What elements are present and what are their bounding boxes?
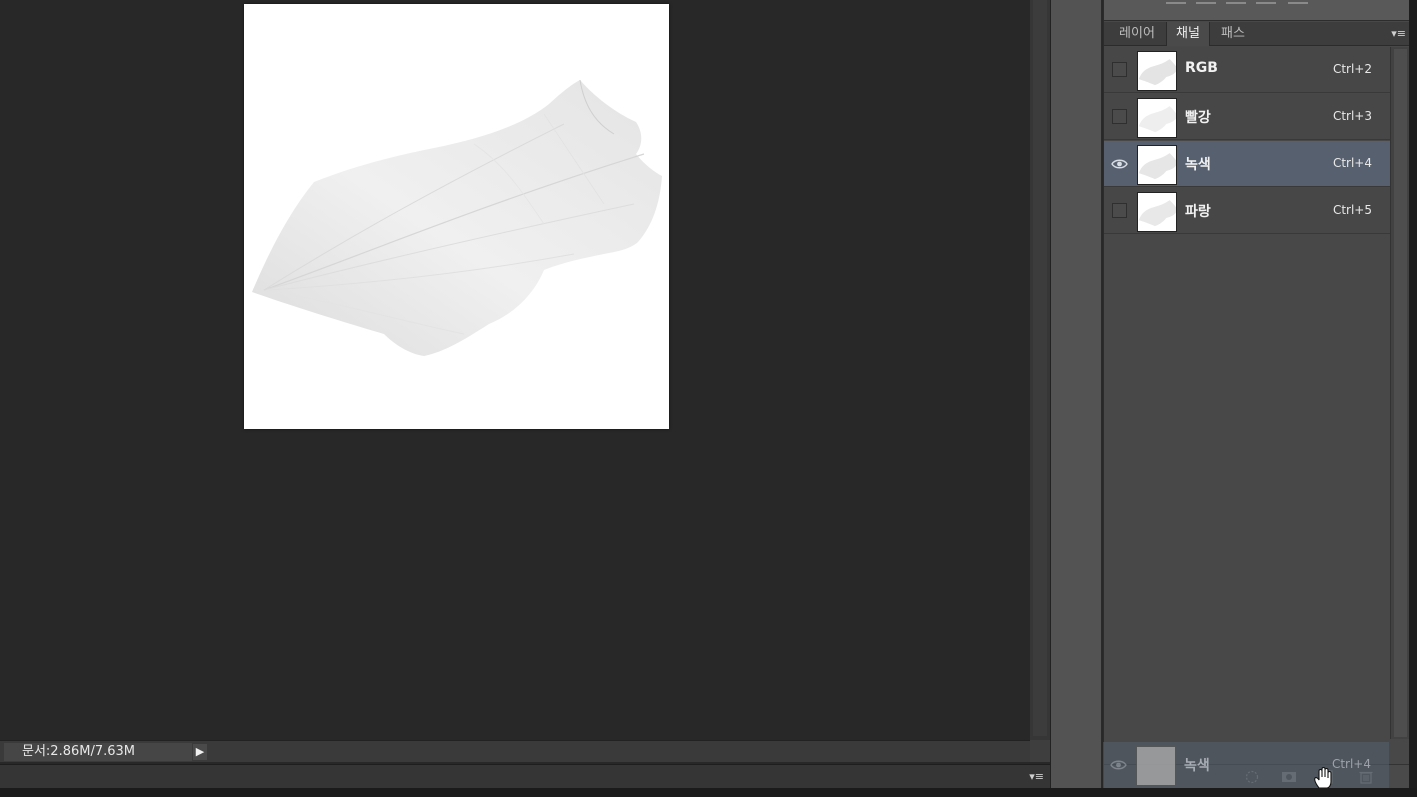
panel-vertical-scrollbar[interactable] [1390, 47, 1410, 739]
status-menu-arrow-icon[interactable]: ▶ [193, 744, 207, 760]
scrollbar-thumb[interactable] [1033, 0, 1047, 736]
petal-image [252, 79, 662, 356]
channel-row-rgb[interactable]: RGB Ctrl+2 [1104, 47, 1390, 93]
channels-panel: 레이어 채널 패스 ▾≡ RGB Ctrl+2 빨강 Ctrl+3 녹색 Ctr… [1103, 0, 1410, 788]
eye-icon [1110, 760, 1127, 770]
eye-icon[interactable] [1111, 157, 1128, 171]
hand-cursor-icon [1314, 766, 1332, 789]
tab-channels[interactable]: 채널 [1166, 22, 1210, 46]
document-size-info: 문서:2.86M/7.63M [4, 743, 192, 761]
grip-mark [1196, 2, 1216, 4]
channel-thumbnail [1137, 145, 1177, 185]
grip-mark [1226, 2, 1246, 4]
channel-row-blue[interactable]: 파랑 Ctrl+5 [1104, 188, 1390, 234]
channel-name: 녹색 [1185, 157, 1211, 173]
panel-menu-icon[interactable]: ▾≡ [1391, 27, 1406, 40]
window-right-edge [1409, 0, 1417, 797]
bottom-panel-menu-icon[interactable]: ▾≡ [1029, 770, 1044, 783]
channel-row-green[interactable]: 녹색 Ctrl+4 [1104, 141, 1390, 187]
visibility-toggle[interactable] [1112, 109, 1127, 124]
tab-layers[interactable]: 레이어 [1108, 22, 1166, 46]
channel-name: 녹색 [1184, 758, 1210, 774]
visibility-toggle[interactable] [1112, 203, 1127, 218]
channel-shortcut: Ctrl+4 [1331, 757, 1371, 771]
bottom-panel-bar: ▾≡ [0, 764, 1050, 788]
channel-shortcut: Ctrl+5 [1332, 203, 1372, 217]
photoshop-window: 문서:2.86M/7.63M ▶ ▾≡ 레이어 채널 패스 ▾≡ RGB Ctr… [0, 0, 1417, 797]
status-bar: 문서:2.86M/7.63M ▶ [0, 740, 1030, 762]
channel-shortcut: Ctrl+4 [1332, 156, 1372, 170]
channel-shortcut: Ctrl+2 [1332, 62, 1372, 76]
dragged-channel-ghost: 녹색 Ctrl+4 [1103, 742, 1389, 788]
visibility-toggle[interactable] [1112, 62, 1127, 77]
channel-thumbnail [1137, 98, 1177, 138]
workspace-vertical-scrollbar[interactable] [1030, 0, 1050, 740]
grip-mark [1288, 2, 1308, 4]
document-canvas[interactable] [244, 4, 669, 429]
channel-name: 빨강 [1185, 110, 1211, 126]
channel-row-red[interactable]: 빨강 Ctrl+3 [1104, 94, 1390, 140]
channel-thumbnail [1136, 746, 1176, 786]
channel-name: 파랑 [1185, 204, 1211, 220]
channel-thumbnail [1137, 192, 1177, 232]
grip-mark [1166, 2, 1186, 4]
channel-shortcut: Ctrl+3 [1332, 109, 1372, 123]
tab-paths[interactable]: 패스 [1210, 22, 1256, 46]
document-workspace [0, 0, 1030, 740]
channel-name: RGB [1185, 60, 1218, 76]
window-bottom-edge [0, 788, 1417, 797]
panel-dock-strip [1050, 0, 1102, 788]
channel-thumbnail [1137, 51, 1177, 91]
panel-header-grip[interactable] [1104, 0, 1410, 21]
scrollbar-thumb[interactable] [1394, 49, 1407, 737]
panel-tab-bar: 레이어 채널 패스 ▾≡ [1104, 22, 1410, 46]
grip-mark [1256, 2, 1276, 4]
scroll-corner [1030, 740, 1050, 762]
